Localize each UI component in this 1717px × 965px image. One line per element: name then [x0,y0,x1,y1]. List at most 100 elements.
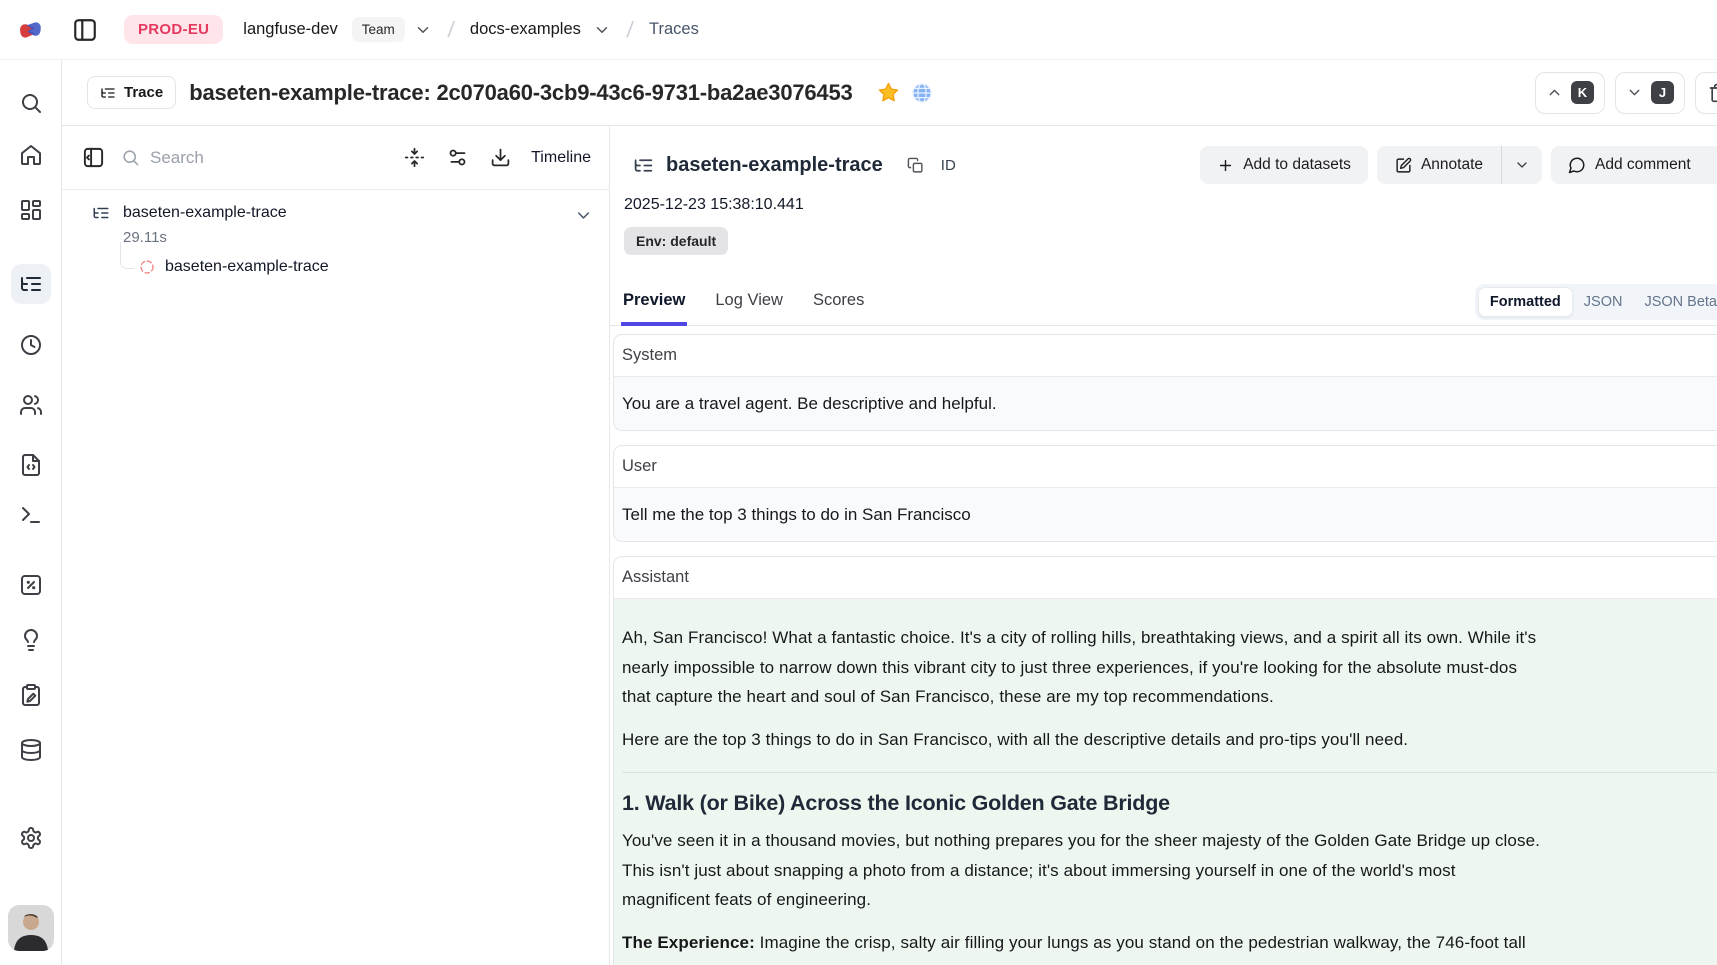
trace-navigation-buttons: K J [1535,72,1717,114]
home-icon[interactable] [19,143,43,167]
trace-tree-icon [100,85,116,101]
tree-root-duration: 29.11s [123,229,609,246]
generation-icon [138,258,156,276]
message-role-label: System [614,335,1717,377]
assistant-intro-paragraph: Ah, San Francisco! What a fantastic choi… [622,623,1717,712]
collapse-node-chevron-icon[interactable] [574,206,593,225]
system-message-card: System You are a travel agent. Be descri… [613,334,1717,431]
system-message-body: You are a travel agent. Be descriptive a… [614,377,1717,430]
annotate-label: Annotate [1421,156,1483,174]
assistant-section-heading: 1. Walk (or Bike) Across the Iconic Gold… [622,794,1717,813]
bookmark-star-icon[interactable] [877,81,900,104]
message-list: System You are a travel agent. Be descri… [610,326,1717,965]
trace-tree-icon [19,272,43,296]
add-comment-button[interactable]: Add comment [1551,146,1717,184]
environment-badge[interactable]: PROD-EU [124,15,223,44]
langfuse-logo-icon [14,14,46,46]
view-mode-json[interactable]: JSON [1573,288,1634,316]
trace-detail-panel: baseten-example-trace ID Add to datasets [610,126,1717,965]
sidebar-toggle-icon[interactable] [70,15,100,45]
insights-lightbulb-icon[interactable] [19,628,43,652]
annotate-button[interactable]: Annotate [1377,146,1501,184]
prompts-file-code-icon[interactable] [19,453,43,477]
add-to-datasets-label: Add to datasets [1243,156,1351,174]
timeline-toggle[interactable]: Timeline [531,149,591,167]
datasets-database-icon[interactable] [19,738,43,762]
public-globe-icon[interactable] [911,82,933,104]
experience-text: Imagine the crisp, salty air filling you… [755,933,1526,952]
trace-type-badge: Trace [87,76,176,109]
sessions-clock-icon[interactable] [19,333,43,357]
trace-header-bar: Trace baseten-example-trace: 2c070a60-3c… [62,60,1717,126]
settings-gear-icon[interactable] [19,826,43,850]
view-mode-segmented-control: Formatted JSON JSON Beta [1475,284,1717,320]
tree-settings-sliders-icon[interactable] [447,147,468,168]
comment-bubble-icon [1568,156,1586,174]
experience-bold-label: The Experience: [622,933,755,952]
chevron-down-icon [1626,84,1643,101]
trace-tree-icon [92,204,110,222]
search-icon [121,148,140,167]
collapse-all-icon[interactable] [404,147,425,168]
tree-child-item[interactable]: baseten-example-trace [62,258,609,276]
top-navigation-bar: PROD-EU langfuse-dev Team / docs-example… [0,0,1717,60]
previous-trace-button[interactable]: K [1535,72,1605,114]
trace-title: baseten-example-trace: 2c070a60-3cb9-43c… [189,80,852,106]
breadcrumb-current-page[interactable]: Traces [649,20,699,39]
user-message-card: User Tell me the top 3 things to do in S… [613,445,1717,542]
next-trace-button[interactable]: J [1615,72,1685,114]
markdown-divider [622,772,1717,773]
delete-trace-button[interactable] [1695,72,1717,114]
project-dropdown-chevron-icon[interactable] [593,21,611,39]
detail-title: baseten-example-trace [666,154,883,177]
copy-id-icon[interactable] [907,157,924,174]
breadcrumb-organization[interactable]: langfuse-dev [243,20,337,39]
tab-scores[interactable]: Scores [811,281,866,326]
message-role-label: Assistant [614,557,1717,599]
sidebar-item-tracing[interactable] [11,264,51,304]
plus-icon [1217,157,1234,174]
playground-terminal-icon[interactable] [19,503,43,527]
add-comment-label: Add comment [1595,156,1691,174]
observation-tree: baseten-example-trace 29.11s baseten-exa… [62,190,609,276]
trace-timestamp: 2025-12-23 15:38:10.441 [624,196,1717,214]
env-badge: Env: default [624,227,728,255]
annotation-clipboard-pen-icon[interactable] [19,683,43,707]
dashboard-icon[interactable] [19,198,43,222]
trace-tree-icon [633,155,654,176]
tree-root-label: baseten-example-trace [123,204,287,222]
view-mode-formatted[interactable]: Formatted [1478,287,1573,317]
detail-actions: Add to datasets Annotate [1200,146,1717,184]
breadcrumb-separator: / [626,17,635,43]
tree-child-label: baseten-example-trace [165,258,329,276]
tree-root-item[interactable]: baseten-example-trace 29.11s [62,204,609,246]
annotate-split-button: Annotate [1377,146,1542,184]
search-icon[interactable] [19,91,43,115]
download-icon[interactable] [490,147,511,168]
users-icon[interactable] [19,393,43,417]
observation-tree-panel: Timeline baseten-example-trace 29.11s [62,126,610,965]
chevron-up-icon [1546,84,1563,101]
view-mode-json-beta[interactable]: JSON Beta [1633,288,1717,316]
assistant-section-paragraph: You've seen it in a thousand movies, but… [622,826,1717,915]
tree-search [121,148,382,168]
search-input[interactable] [150,148,300,168]
org-dropdown-chevron-icon[interactable] [414,21,432,39]
assistant-lead-in-paragraph: Here are the top 3 things to do in San F… [622,725,1717,755]
breadcrumb-project[interactable]: docs-examples [470,20,581,39]
org-type-badge[interactable]: Team [352,17,405,42]
id-label[interactable]: ID [941,157,956,174]
evaluators-percent-icon[interactable] [19,573,43,597]
assistant-message-card: Assistant Ah, San Francisco! What a fant… [613,556,1717,965]
user-avatar[interactable] [8,905,54,951]
add-to-datasets-button[interactable]: Add to datasets [1200,146,1368,184]
annotate-dropdown-chevron-icon[interactable] [1502,146,1542,184]
trace-type-label: Trace [124,84,163,101]
assistant-message-body: Ah, San Francisco! What a fantastic choi… [614,599,1717,965]
tab-preview[interactable]: Preview [621,281,687,326]
collapse-panel-icon[interactable] [82,146,105,169]
tree-toolbar: Timeline [62,126,609,190]
detail-tabs-bar: Preview Log View Scores Formatted JSON J… [610,281,1717,326]
tab-log-view[interactable]: Log View [713,281,785,326]
breadcrumb-separator: / [446,17,455,43]
